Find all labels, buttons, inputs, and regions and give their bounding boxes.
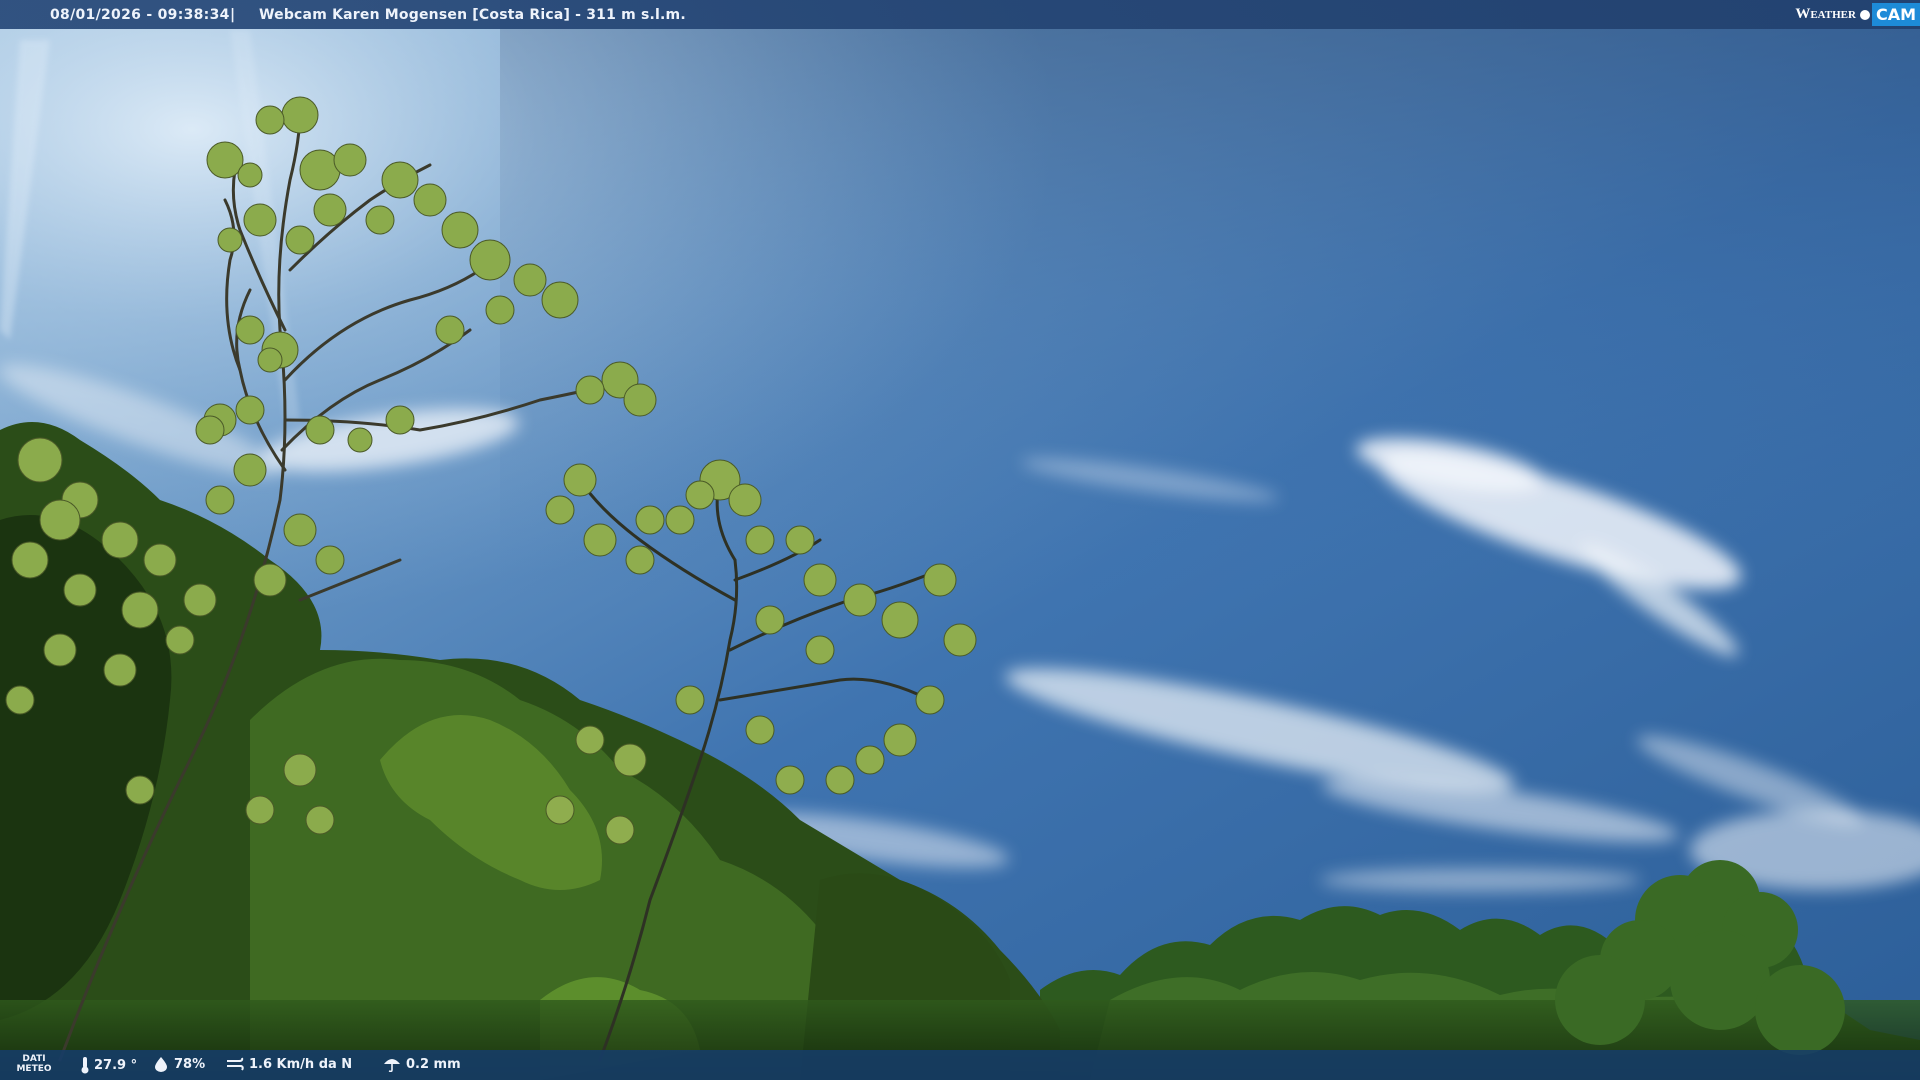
dati-meteo-label: DATI METEO [14, 1054, 54, 1074]
logo-cam-text: CAM [1871, 3, 1920, 26]
rain-umbrella-icon [384, 1059, 400, 1072]
wind-stat: 1.6 Km/h da N [225, 1056, 352, 1072]
logo-dot-icon [1859, 9, 1870, 20]
thermometer-icon [81, 1057, 89, 1074]
temperature-value: 27.9 ° [94, 1057, 138, 1073]
webcam-title: Webcam Karen Mogensen [Costa Rica] - 311… [259, 7, 686, 23]
temperature-stat: 27.9 ° [80, 1056, 137, 1074]
weather-data-bar: DATI METEO 27.9 ° 78% 1.6 Km/h da N 0.2 … [0, 1050, 1920, 1080]
top-info-bar: 08/01/2026 - 09:38:34 | Webcam Karen Mog… [0, 0, 1920, 29]
meteo-label: METEO [16, 1064, 52, 1074]
rain-stat: 0.2 mm [382, 1056, 461, 1072]
humidity-stat: 78% [152, 1056, 205, 1072]
dati-label: DATI [22, 1054, 46, 1064]
logo-weather-text: Weather [1795, 6, 1856, 22]
webcam-scene [0, 0, 1920, 1080]
humidity-value: 78% [174, 1056, 206, 1072]
rain-value: 0.2 mm [406, 1056, 461, 1072]
humidity-icon [155, 1057, 167, 1072]
weathercam-logo: Weather CAM [1795, 0, 1920, 29]
datetime-label: 08/01/2026 - 09:38:34 [50, 7, 230, 23]
header-separator: | [230, 7, 236, 23]
wind-value: 1.6 Km/h da N [249, 1056, 353, 1072]
wind-icon [227, 1057, 244, 1071]
